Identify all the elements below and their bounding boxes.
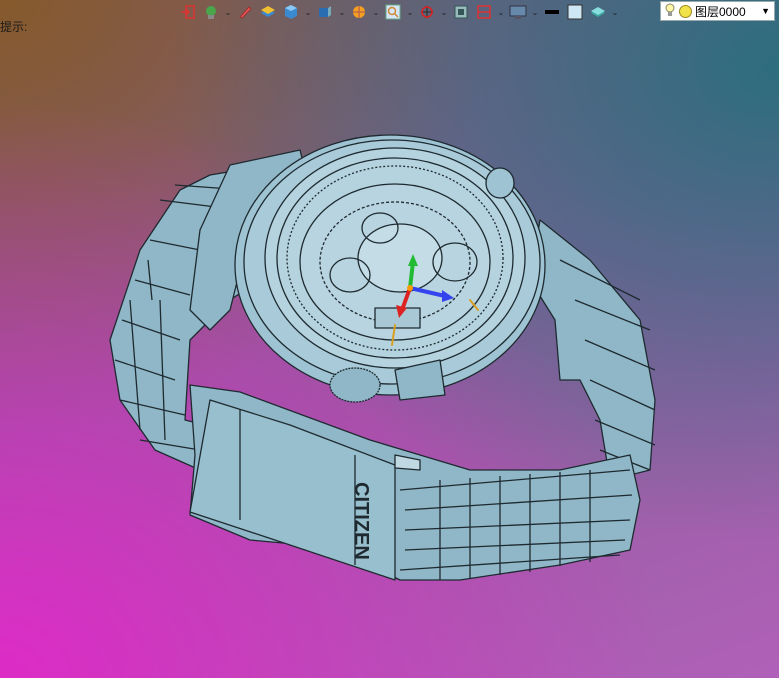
graphics-viewport[interactable]: 提示: ⌄ ⌄ ⌄ ⌄ ⌄ ⌄ ⌄ ⌄ ⌄ 图层0000 ▼ CITIZEN <box>0 0 779 678</box>
clasp-brand-text: CITIZEN <box>350 482 372 560</box>
right-bracelet <box>529 219 656 481</box>
watch-model[interactable]: CITIZEN <box>0 0 779 678</box>
watch-crown <box>485 167 515 199</box>
